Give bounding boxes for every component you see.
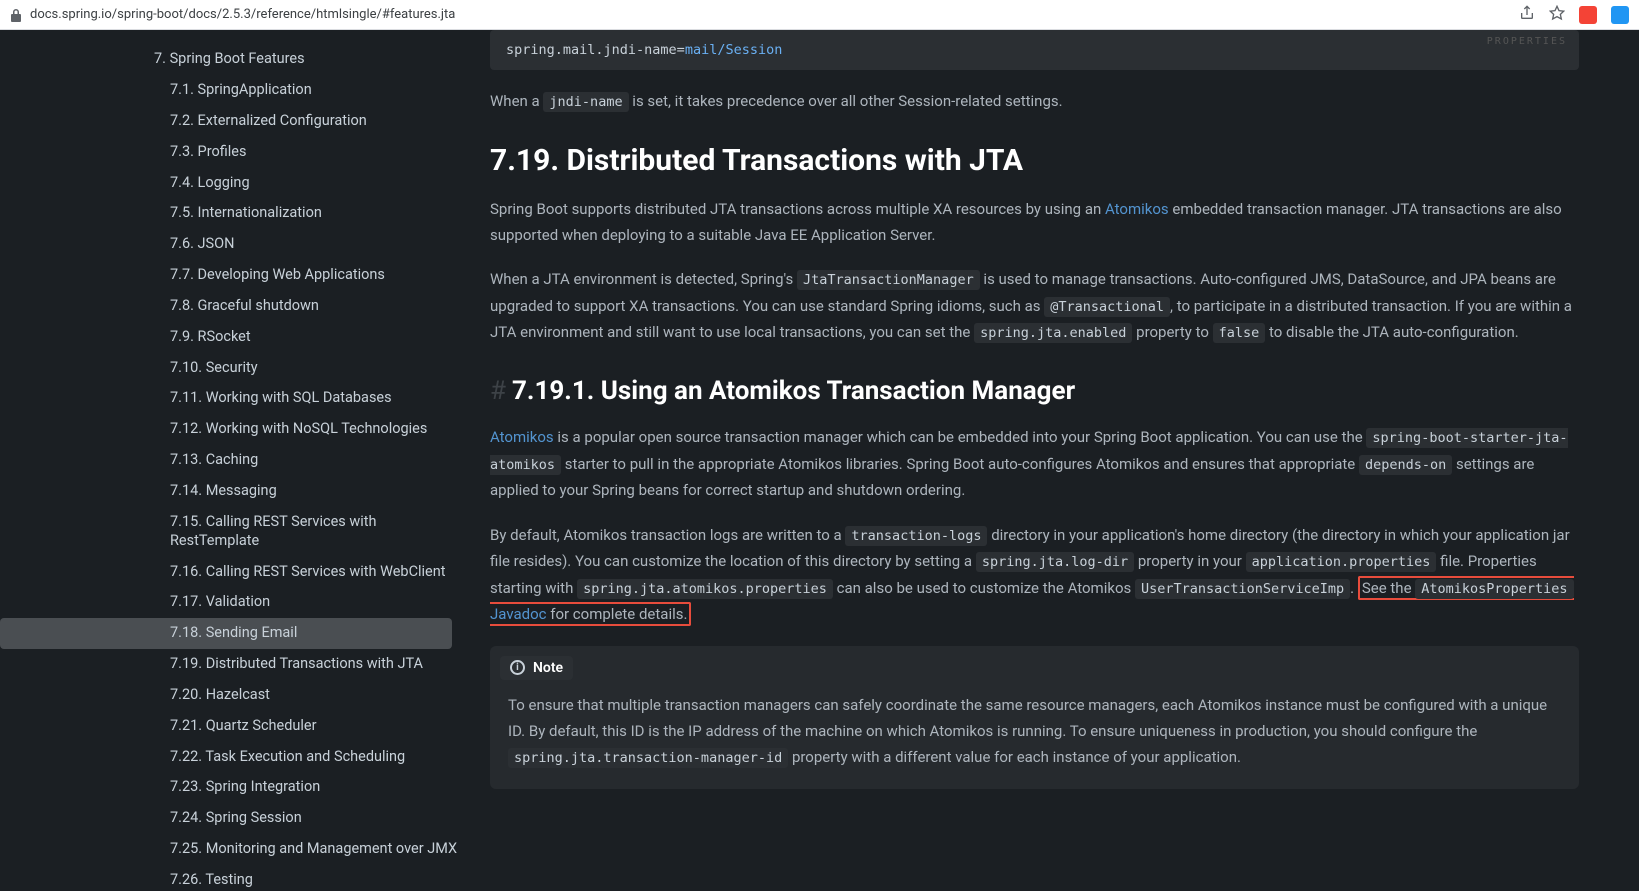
browser-actions — [1519, 5, 1629, 25]
inline-code: AtomikosProperties — [1415, 579, 1573, 599]
toc-item[interactable]: 7.7. Developing Web Applications — [0, 260, 466, 291]
atomikos-link[interactable]: Atomikos — [1105, 200, 1169, 218]
extension-icon-red[interactable] — [1579, 6, 1597, 24]
toc-item[interactable]: 7.10. Security — [0, 353, 466, 384]
paragraph-intro: Spring Boot supports distributed JTA tra… — [490, 196, 1579, 249]
toc-item[interactable]: 7.12. Working with NoSQL Technologies — [0, 414, 466, 445]
paragraph-logs: By default, Atomikos transaction logs ar… — [490, 522, 1579, 628]
toc-item[interactable]: 7.5. Internationalization — [0, 198, 466, 229]
share-icon[interactable] — [1519, 5, 1535, 25]
toc-item[interactable]: 7.6. JSON — [0, 229, 466, 260]
inline-code: depends-on — [1359, 455, 1452, 475]
toc-item[interactable]: 7.9. RSocket — [0, 322, 466, 353]
code-value: mail/Session — [685, 42, 783, 58]
toc-item[interactable]: 7.21. Quartz Scheduler — [0, 711, 466, 742]
note-box: i Note To ensure that multiple transacti… — [490, 646, 1579, 789]
code-block: PROPERTIES spring.mail.jndi-name=mail/Se… — [490, 30, 1579, 70]
paragraph-atomikos-intro: Atomikos is a popular open source transa… — [490, 424, 1579, 504]
toc-item[interactable]: 7.2. Externalized Configuration — [0, 106, 466, 137]
inline-code: false — [1213, 323, 1266, 343]
main-content: PROPERTIES spring.mail.jndi-name=mail/Se… — [466, 30, 1639, 891]
lock-icon — [10, 8, 22, 22]
toc-item[interactable]: 7.14. Messaging — [0, 476, 466, 507]
inline-code: application.properties — [1246, 552, 1437, 572]
toc-item[interactable]: 7.11. Working with SQL Databases — [0, 383, 466, 414]
note-header: i Note — [500, 656, 573, 680]
inline-code: JtaTransactionManager — [797, 270, 980, 290]
atomikos-link[interactable]: Atomikos — [490, 428, 554, 446]
inline-code: transaction-logs — [845, 526, 987, 546]
inline-code: UserTransactionServiceImp — [1135, 579, 1350, 599]
toc-item[interactable]: 7.4. Logging — [0, 168, 466, 199]
toc-section-header[interactable]: 7. Spring Boot Features — [0, 42, 466, 75]
extension-icon-blue[interactable] — [1611, 6, 1629, 24]
sidebar: 7. Spring Boot Features7.1. SpringApplic… — [0, 30, 466, 891]
url-text[interactable]: docs.spring.io/spring-boot/docs/2.5.3/re… — [30, 7, 455, 22]
inline-code: spring.jta.enabled — [974, 323, 1132, 343]
code-key: spring.mail.jndi-name= — [506, 42, 685, 58]
toc-item[interactable]: 7.3. Profiles — [0, 137, 466, 168]
heading-atomikos: #7.19.1. Using an Atomikos Transaction M… — [490, 376, 1579, 406]
inline-code: spring.jta.transaction-manager-id — [508, 748, 788, 768]
inline-code: @Transactional — [1044, 297, 1170, 317]
browser-address-bar: docs.spring.io/spring-boot/docs/2.5.3/re… — [0, 0, 1639, 30]
star-icon[interactable] — [1549, 5, 1565, 25]
toc-item[interactable]: 7.15. Calling REST Services with RestTem… — [0, 507, 466, 557]
toc-item[interactable]: 7.8. Graceful shutdown — [0, 291, 466, 322]
paragraph-jndi: When a jndi-name is set, it takes preced… — [490, 88, 1579, 115]
toc-item[interactable]: 7.13. Caching — [0, 445, 466, 476]
heading-jta: 7.19. Distributed Transactions with JTA — [490, 143, 1579, 178]
toc-item[interactable]: 7.16. Calling REST Services with WebClie… — [0, 557, 466, 588]
inline-code: spring.jta.log-dir — [976, 552, 1134, 572]
toc-item[interactable]: 7.25. Monitoring and Management over JMX — [0, 834, 466, 865]
info-icon: i — [510, 660, 525, 675]
note-label: Note — [533, 660, 563, 676]
toc-item[interactable]: 7.18. Sending Email — [0, 618, 452, 649]
toc-item[interactable]: 7.22. Task Execution and Scheduling — [0, 742, 466, 773]
paragraph-env: When a JTA environment is detected, Spri… — [490, 266, 1579, 346]
toc-item[interactable]: 7.23. Spring Integration — [0, 772, 466, 803]
code-lang-label: PROPERTIES — [1487, 36, 1567, 47]
inline-code: jndi-name — [543, 92, 628, 112]
inline-code: spring.jta.atomikos.properties — [577, 579, 833, 599]
toc-item[interactable]: 7.17. Validation — [0, 587, 466, 618]
toc-item[interactable]: 7.26. Testing — [0, 865, 466, 891]
toc-item[interactable]: 7.1. SpringApplication — [0, 75, 466, 106]
anchor-icon[interactable]: # — [490, 376, 506, 406]
note-body: To ensure that multiple transaction mana… — [490, 680, 1579, 789]
toc-item[interactable]: 7.20. Hazelcast — [0, 680, 466, 711]
toc-item[interactable]: 7.19. Distributed Transactions with JTA — [0, 649, 466, 680]
toc-item[interactable]: 7.24. Spring Session — [0, 803, 466, 834]
